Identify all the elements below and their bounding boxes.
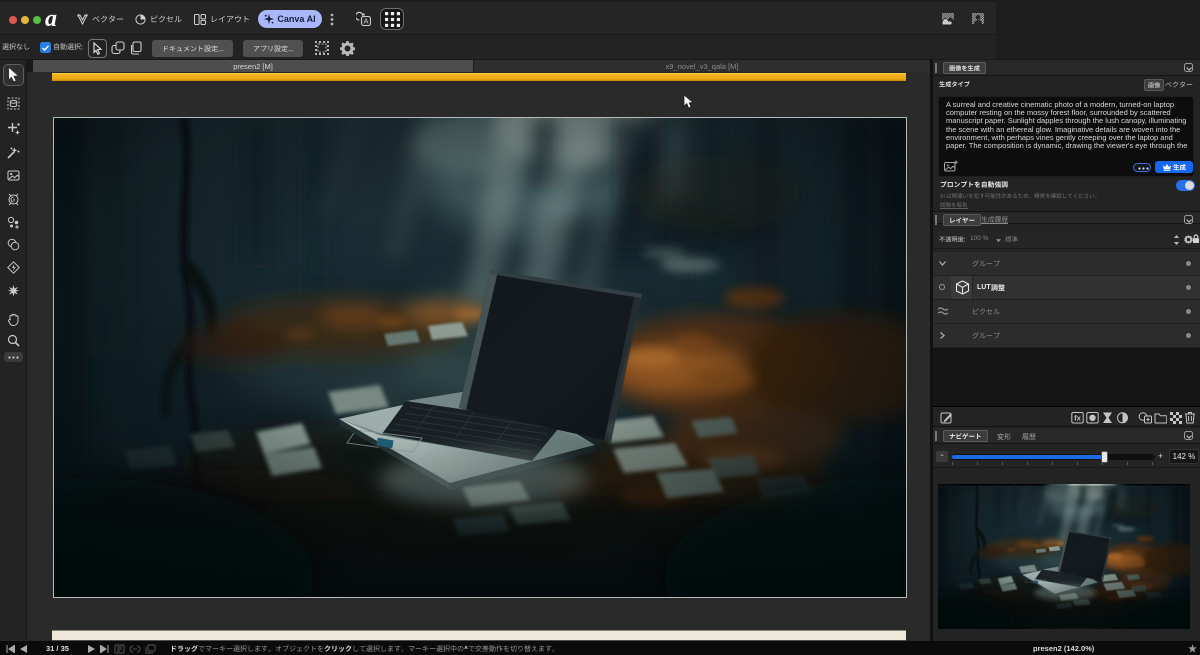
svg-text:A: A	[363, 17, 368, 26]
svg-text:fx: fx	[1074, 414, 1081, 423]
